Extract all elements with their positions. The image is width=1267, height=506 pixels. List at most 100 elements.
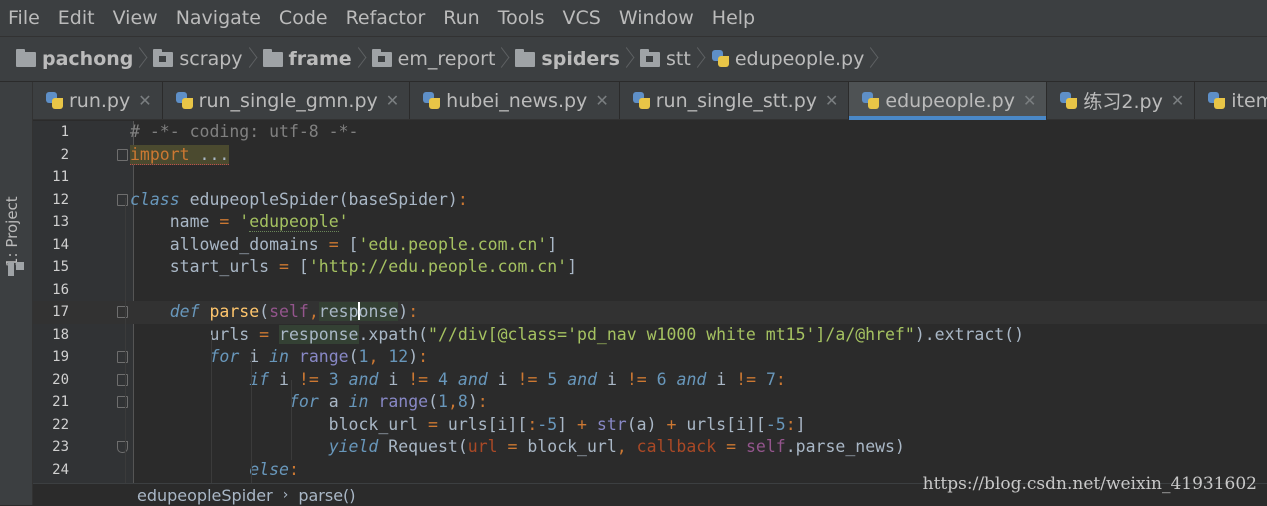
breadcrumb-separator-icon bbox=[356, 46, 366, 72]
method-crumb[interactable]: parse() bbox=[298, 486, 355, 505]
code-line[interactable]: 14 allowed_domains = ['edu.people.com.cn… bbox=[33, 234, 1267, 257]
code-line[interactable]: 16 bbox=[33, 279, 1267, 302]
python-file-icon bbox=[422, 91, 442, 111]
tab-label: 练习2.py bbox=[1083, 91, 1163, 113]
tab-edupeople-py[interactable]: edupeople.py ✕ bbox=[849, 82, 1048, 120]
breadcrumb-separator-icon bbox=[695, 46, 705, 72]
close-icon[interactable]: ✕ bbox=[1023, 91, 1036, 110]
project-tool-icon[interactable] bbox=[8, 262, 24, 278]
code-text: class edupeopleSpider(baseSpider): bbox=[130, 189, 468, 209]
tab-lianxi2-py[interactable]: 练习2.py ✕ bbox=[1047, 82, 1196, 119]
menu-navigate[interactable]: Navigate bbox=[176, 7, 261, 29]
menu-refactor[interactable]: Refactor bbox=[346, 7, 426, 29]
breadcrumb-stt[interactable]: stt bbox=[640, 48, 691, 70]
breadcrumb-frame[interactable]: frame bbox=[262, 48, 352, 70]
menu-vcs[interactable]: VCS bbox=[563, 7, 601, 29]
class-crumb[interactable]: edupeopleSpider bbox=[137, 486, 273, 505]
line-number: 2 bbox=[60, 146, 69, 163]
breadcrumb-separator-icon bbox=[247, 46, 257, 72]
folder-icon bbox=[262, 48, 283, 67]
close-icon[interactable]: ✕ bbox=[386, 91, 399, 110]
code-line[interactable]: 19 for i in range(1, 12): bbox=[33, 346, 1267, 369]
close-icon[interactable]: ✕ bbox=[825, 91, 838, 110]
line-number: 22 bbox=[52, 416, 69, 433]
line-number: 20 bbox=[52, 371, 69, 388]
code-line[interactable]: 13 name = 'edupeople' bbox=[33, 211, 1267, 234]
code-line[interactable]: 12 class edupeopleSpider(baseSpider): bbox=[33, 189, 1267, 212]
menu-edit[interactable]: Edit bbox=[58, 7, 95, 29]
breadcrumb-separator-icon bbox=[499, 46, 509, 72]
fold-collapse-icon[interactable] bbox=[117, 396, 128, 408]
breadcrumb-separator-icon bbox=[868, 46, 878, 72]
breadcrumb-edupeople-py[interactable]: edupeople.py bbox=[711, 48, 865, 70]
fold-collapse-icon[interactable] bbox=[117, 193, 128, 206]
python-file-icon bbox=[1207, 91, 1227, 111]
code-line[interactable]: 21 for a in range(1,8): bbox=[33, 391, 1267, 414]
tab-run-single-gmn-py[interactable]: run_single_gmn.py ✕ bbox=[163, 82, 411, 119]
menu-view[interactable]: View bbox=[113, 7, 158, 29]
python-file-icon bbox=[861, 91, 881, 111]
code-editor[interactable]: 1 # -*- coding: utf-8 -*- 2 import ... 1… bbox=[33, 121, 1267, 483]
breadcrumb-pachong[interactable]: pachong bbox=[16, 48, 133, 70]
line-number: 12 bbox=[52, 191, 69, 208]
menu-file[interactable]: File bbox=[8, 7, 40, 29]
fold-collapse-icon[interactable] bbox=[117, 351, 128, 363]
code-text: allowed_domains = ['edu.people.com.cn'] bbox=[130, 234, 558, 254]
tab-run-py[interactable]: run.py ✕ bbox=[33, 82, 163, 119]
menu-window[interactable]: Window bbox=[619, 7, 694, 29]
tab-hubei-news-py[interactable]: hubei_news.py ✕ bbox=[410, 82, 620, 119]
breadcrumb-em-report[interactable]: em_report bbox=[371, 48, 496, 70]
close-icon[interactable]: ✕ bbox=[1171, 91, 1184, 110]
menu-bar: File Edit View Navigate Code Refactor Ru… bbox=[0, 0, 1267, 36]
line-number: 21 bbox=[52, 394, 69, 410]
menu-tools[interactable]: Tools bbox=[498, 7, 545, 29]
code-line-current[interactable]: 17 def parse(self,response): bbox=[33, 301, 1267, 324]
tab-label: items.py bbox=[1231, 89, 1267, 112]
breadcrumb-scrapy[interactable]: scrapy bbox=[153, 48, 243, 70]
fold-end-icon[interactable] bbox=[117, 441, 128, 453]
project-tool-button[interactable]: 1: Project bbox=[3, 196, 21, 267]
menu-run[interactable]: Run bbox=[443, 7, 479, 29]
code-line[interactable]: 15 start_urls = ['http://edu.people.com.… bbox=[33, 256, 1267, 279]
code-text: for a in range(1,8): bbox=[288, 392, 488, 411]
code-text: yield Request(url = block_url, callback … bbox=[328, 437, 905, 456]
code-line[interactable]: 22 block_url = urls[i][:-5] + str(a) + u… bbox=[33, 414, 1267, 437]
breadcrumb-spiders[interactable]: spiders bbox=[515, 48, 620, 70]
line-number: 11 bbox=[52, 169, 69, 185]
breadcrumb-label: em_report bbox=[397, 48, 496, 70]
menu-code[interactable]: Code bbox=[279, 7, 328, 29]
menu-help[interactable]: Help bbox=[712, 7, 755, 29]
code-text: else: bbox=[249, 459, 299, 479]
package-folder-icon bbox=[640, 48, 660, 67]
breadcrumb-label: spiders bbox=[541, 48, 620, 70]
tab-run-single-stt-py[interactable]: run_single_stt.py ✕ bbox=[620, 82, 850, 119]
code-line[interactable]: 11 bbox=[33, 166, 1267, 189]
line-number: 17 bbox=[52, 304, 69, 320]
breadcrumb-label: scrapy bbox=[179, 48, 243, 70]
tab-label: run.py bbox=[69, 89, 131, 112]
close-icon[interactable]: ✕ bbox=[595, 91, 608, 110]
code-line[interactable]: 2 import ... bbox=[33, 144, 1267, 167]
close-icon[interactable]: ✕ bbox=[138, 91, 151, 110]
code-text: # -*- coding: utf-8 -*- bbox=[130, 122, 359, 141]
tab-label: run_single_gmn.py bbox=[198, 89, 378, 112]
breadcrumb-label: edupeople.py bbox=[734, 48, 865, 70]
fold-collapse-icon[interactable] bbox=[117, 306, 128, 318]
code-line[interactable]: 1 # -*- coding: utf-8 -*- bbox=[33, 121, 1267, 144]
tab-label: edupeople.py bbox=[885, 89, 1015, 112]
breadcrumb-separator-icon bbox=[137, 46, 147, 72]
code-text: import ... bbox=[130, 144, 230, 165]
tab-items-py[interactable]: items.py bbox=[1195, 82, 1267, 119]
breadcrumb-separator-icon bbox=[624, 46, 634, 72]
folder-icon bbox=[16, 48, 36, 67]
left-tool-strip: 1: Project bbox=[0, 82, 33, 505]
python-file-icon bbox=[175, 91, 195, 111]
code-line[interactable]: 23 yield Request(url = block_url, callba… bbox=[33, 436, 1267, 459]
fold-expand-icon[interactable] bbox=[117, 148, 128, 161]
python-file-icon bbox=[1059, 91, 1079, 111]
code-line[interactable]: 18 urls = response.xpath("//div[@class='… bbox=[33, 324, 1267, 347]
fold-collapse-icon[interactable] bbox=[117, 373, 128, 386]
code-line[interactable]: 20 if i != 3 and i != 4 and i != 5 and i… bbox=[33, 369, 1267, 392]
python-file-icon bbox=[632, 91, 652, 111]
line-number: 13 bbox=[52, 214, 69, 230]
